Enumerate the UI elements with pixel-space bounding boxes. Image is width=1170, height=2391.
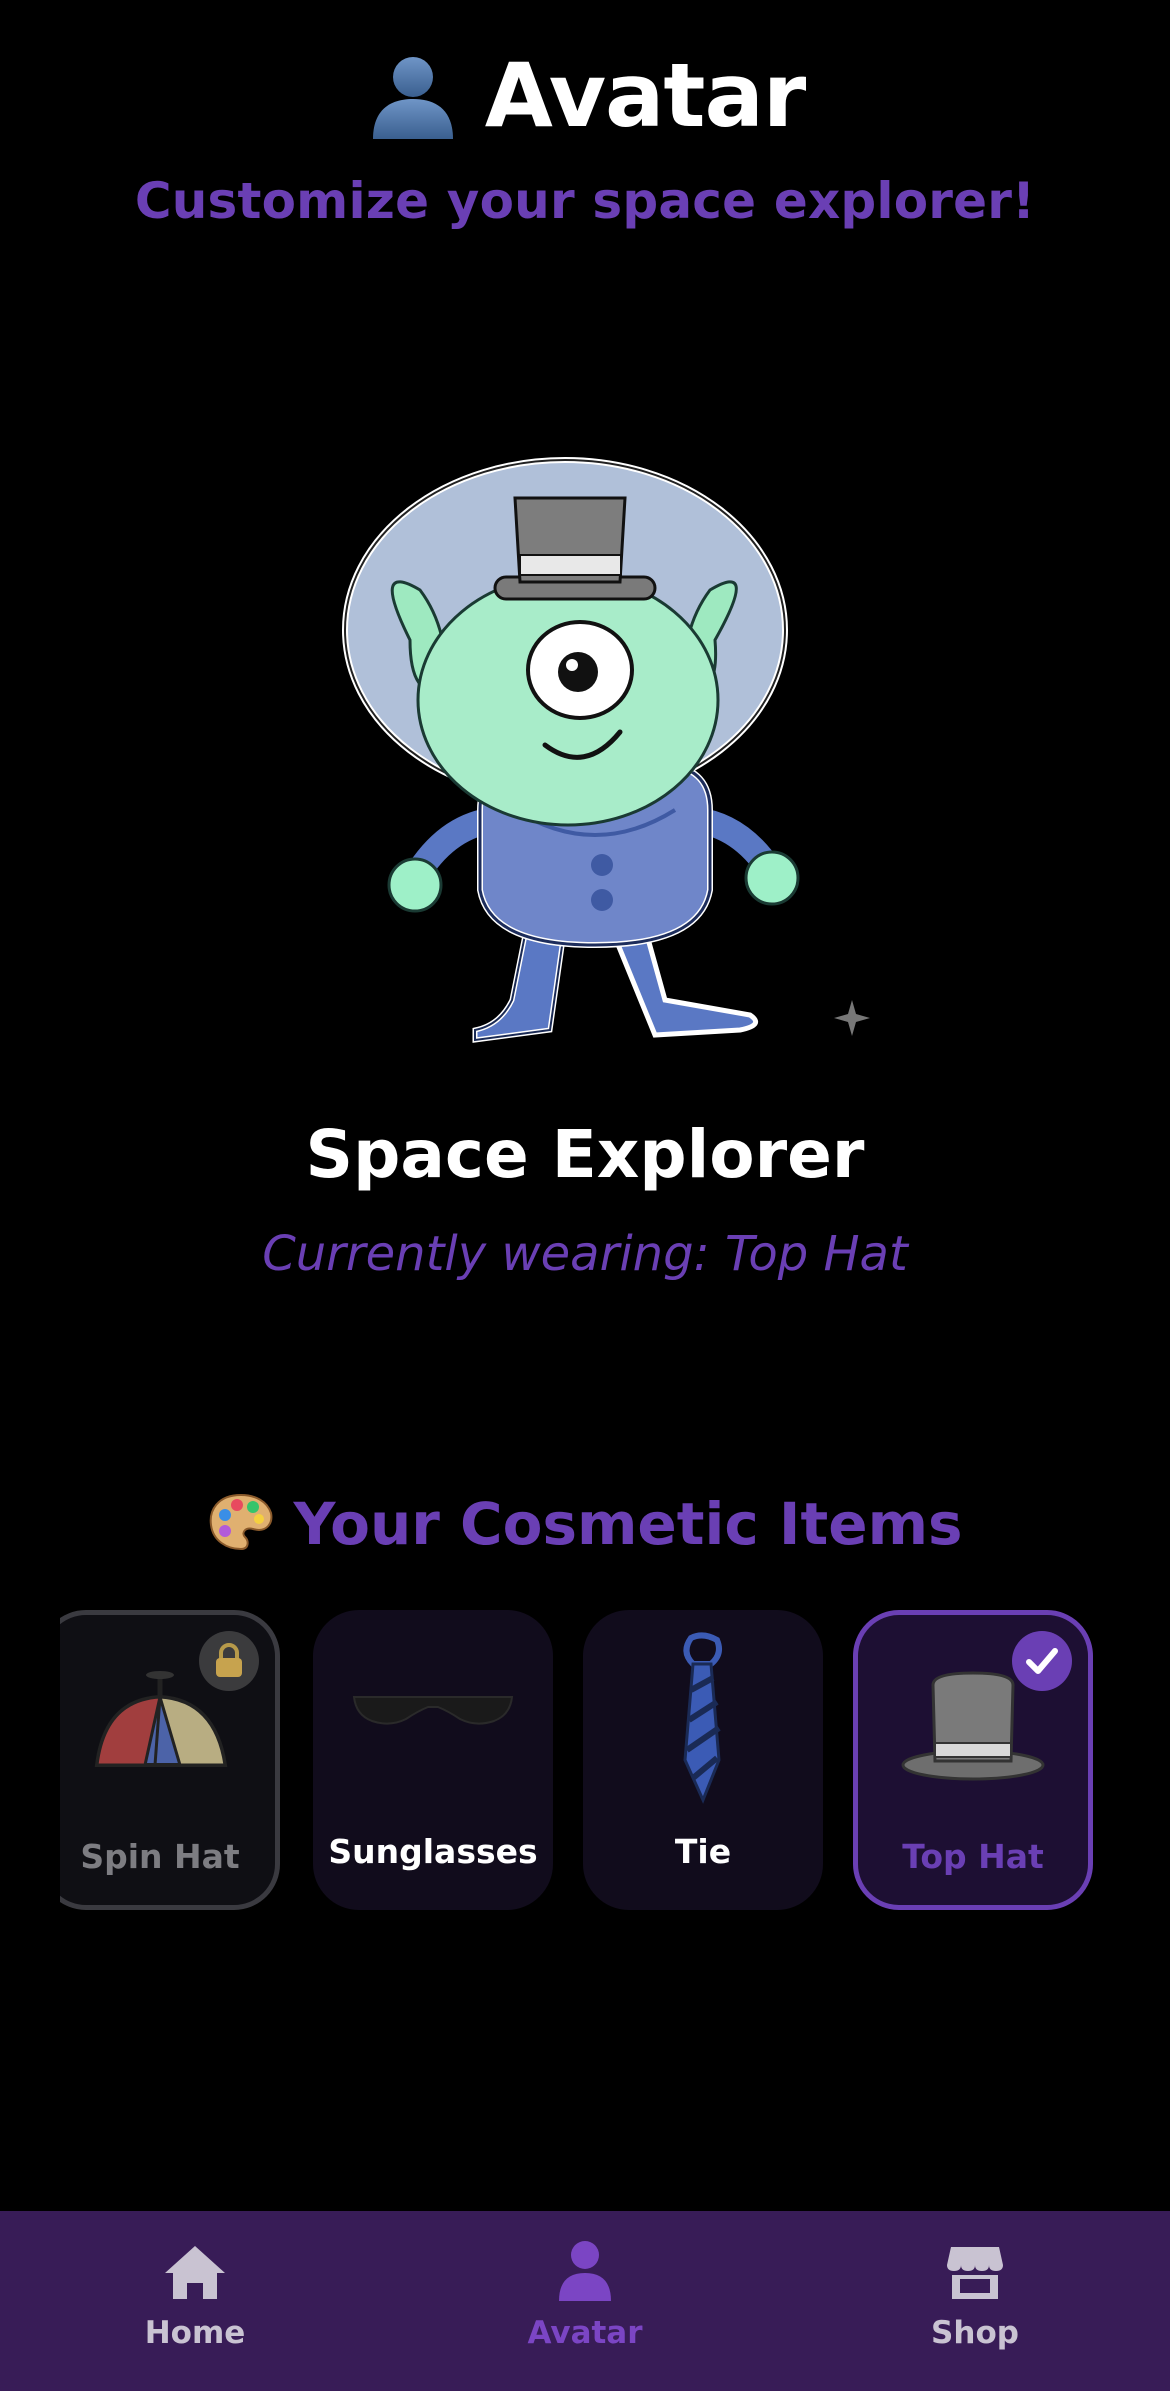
items-section-header: Your Cosmetic Items: [0, 1490, 1170, 1558]
item-label: Spin Hat: [80, 1837, 240, 1876]
tab-label: Avatar: [527, 2315, 643, 2351]
page-subtitle: Customize your space explorer!: [134, 172, 1036, 230]
item-label: Sunglasses: [328, 1832, 538, 1871]
title-row: Avatar: [0, 40, 1170, 150]
person-silhouette-icon: [365, 47, 461, 143]
page-title: Avatar: [484, 43, 807, 147]
lock-icon: [199, 1631, 259, 1691]
person-icon: [465, 2239, 705, 2301]
items-section-title: Your Cosmetic Items: [293, 1490, 963, 1558]
storefront-icon: [855, 2239, 1095, 2301]
bottom-tab-bar: Home Avatar Shop: [0, 2211, 1170, 2391]
avatar-name: Space Explorer: [305, 1116, 865, 1193]
tab-label: Home: [144, 2315, 246, 2351]
avatar-character: [300, 440, 880, 1060]
tab-avatar[interactable]: Avatar: [465, 2239, 705, 2351]
currently-wearing-text: Currently wearing: Top Hat: [262, 1226, 908, 1282]
tie-icon: [583, 1630, 823, 1810]
checkmark-icon: [1012, 1631, 1072, 1691]
header: Avatar Customize your space explorer!: [0, 40, 1170, 231]
item-card-spin-hat[interactable]: Spin Hat: [60, 1610, 280, 1910]
item-card-tie[interactable]: Tie: [583, 1610, 823, 1910]
item-label: Tie: [674, 1832, 732, 1871]
sunglasses-icon: [313, 1630, 553, 1810]
item-card-sunglasses[interactable]: Sunglasses: [313, 1610, 553, 1910]
cosmetic-items-carousel[interactable]: Spin Hat Sunglasses Tie Top Hat: [60, 1610, 1110, 1910]
tab-shop[interactable]: Shop: [855, 2239, 1095, 2351]
item-label: Top Hat: [902, 1837, 1044, 1876]
tab-label: Shop: [931, 2315, 1019, 2351]
house-icon: [75, 2239, 315, 2301]
palette-icon: [207, 1491, 275, 1557]
item-card-top-hat[interactable]: Top Hat: [853, 1610, 1093, 1910]
sparkle-icon: [832, 998, 872, 1042]
tab-home[interactable]: Home: [75, 2239, 315, 2351]
